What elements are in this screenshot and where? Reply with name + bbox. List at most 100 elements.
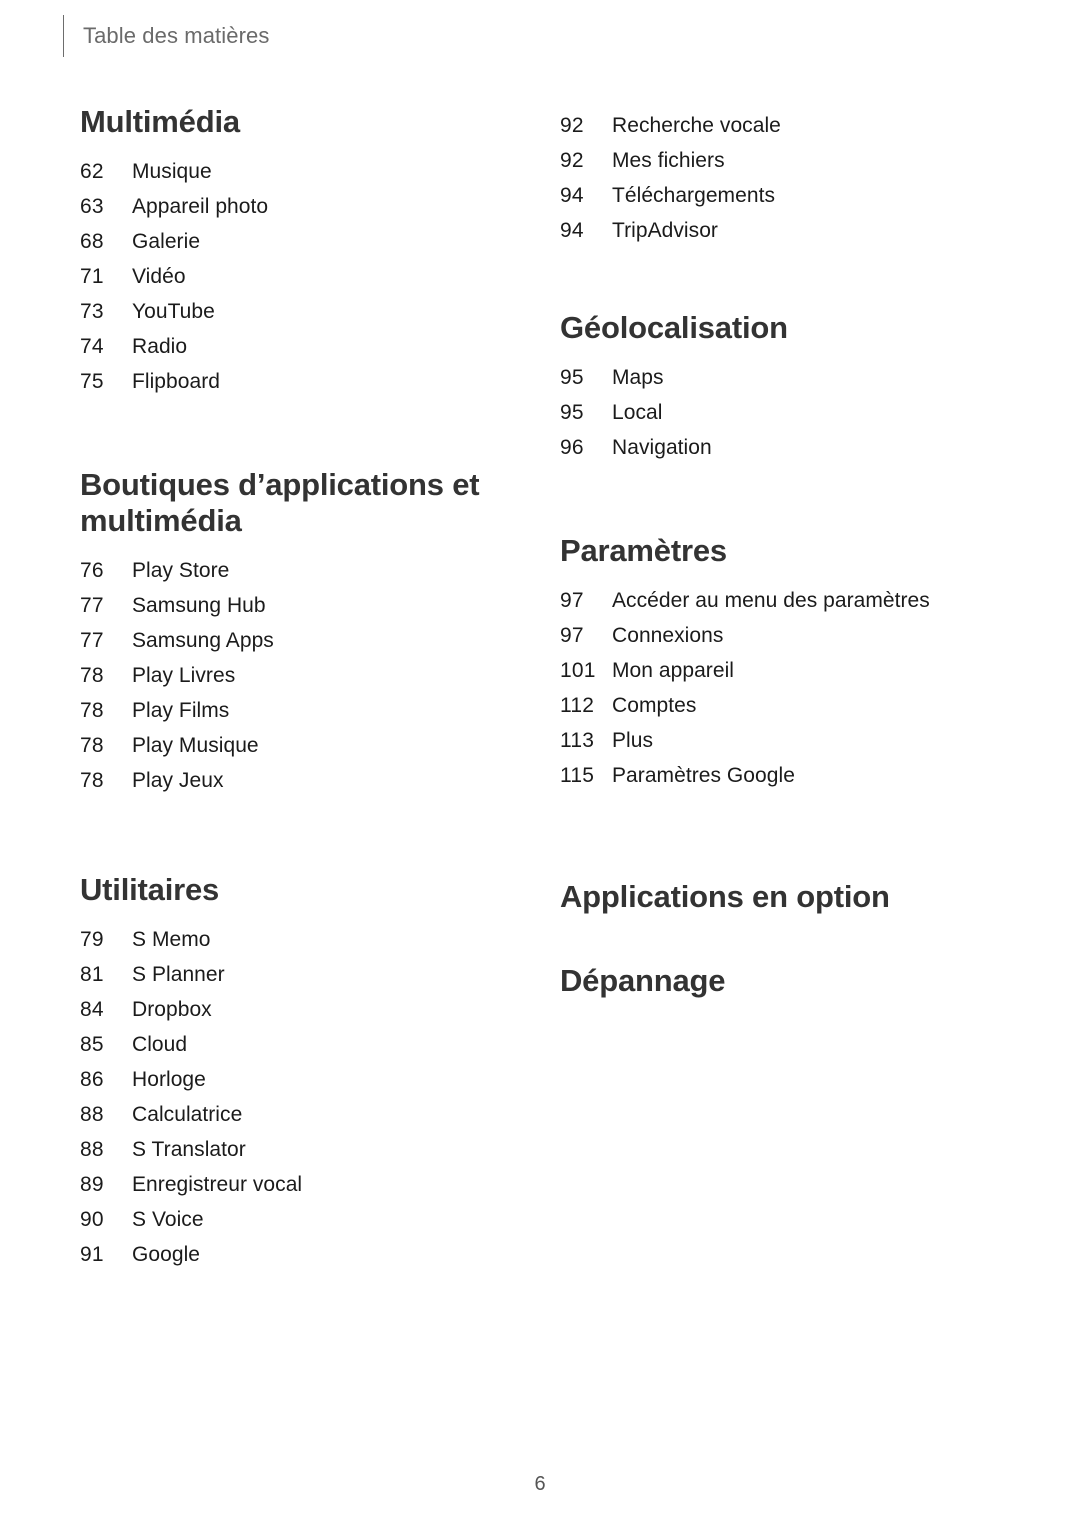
toc-entry-label: Mes fichiers <box>612 149 725 172</box>
toc-entry-label: Appareil photo <box>132 194 269 218</box>
toc-entry-page-number: 96 <box>560 435 584 459</box>
toc-entry[interactable]: 81 S Planner <box>80 957 520 992</box>
toc-entry[interactable]: 74 Radio <box>80 329 520 364</box>
toc-entry-label: Samsung Hub <box>132 593 266 617</box>
toc-left-column: Multimédia 62 Musique 63 Appareil photo 68 Gal… <box>80 104 520 1272</box>
toc-entry-label: Google <box>132 1242 201 1266</box>
toc-entry[interactable]: 101 Mon appareil <box>560 653 1000 688</box>
toc-entry[interactable]: 78 Play Livres <box>80 658 520 693</box>
toc-entry-list: 92 Recherche vocale 92 Mes fichiers 94 Téléch… <box>560 108 1000 248</box>
toc-entry-label: Play Jeux <box>132 768 224 792</box>
toc-entry-page-number: 89 <box>80 1172 104 1196</box>
toc-section-heading: Utilitaires <box>80 871 220 907</box>
toc-entry[interactable]: 94 Téléchargements <box>560 178 1000 213</box>
toc-entry-label: Play Store <box>132 558 230 582</box>
toc-entry-label: S Planner <box>132 962 225 986</box>
toc-entry[interactable]: 63 Appareil photo <box>80 189 520 224</box>
toc-section-heading: Multimédia <box>80 104 240 139</box>
toc-entry-page-number: 77 <box>80 593 104 617</box>
toc-entry[interactable]: 96 Navigation <box>560 430 1000 465</box>
toc-page: Table des matières Multimédia 62 Musique 63… <box>0 0 1080 1527</box>
toc-entry-page-number: 112 <box>560 693 595 717</box>
toc-entry-page-number: 71 <box>80 264 104 288</box>
toc-entry-label: Calculatrice <box>132 1102 243 1126</box>
toc-entry[interactable]: 89 Enregistreur vocal <box>80 1167 520 1202</box>
toc-entry[interactable]: 115 Paramètres Google <box>560 758 1000 793</box>
toc-entry[interactable]: 97 Accéder au menu des paramètres <box>560 583 1000 618</box>
toc-entry[interactable]: 78 Play Films <box>80 693 520 728</box>
toc-entry-label: S Voice <box>132 1207 204 1231</box>
toc-entry-label: S Translator <box>132 1137 246 1161</box>
toc-entry-page-number: 95 <box>560 400 584 424</box>
toc-entry[interactable]: 95 Maps <box>560 360 1000 395</box>
toc-entry[interactable]: 94 TripAdvisor <box>560 213 1000 248</box>
toc-entry-page-number: 113 <box>560 728 595 752</box>
toc-section: Applications en option <box>560 879 1000 915</box>
toc-entry-list: 79 S Memo 81 S Planner 84 Dropbox 85 Cloud 86 Hor… <box>80 922 520 1272</box>
toc-entry[interactable]: 92 Recherche vocale <box>560 108 1000 143</box>
toc-entry-label: Samsung Apps <box>132 628 274 652</box>
toc-entry[interactable]: 97 Connexions <box>560 618 1000 653</box>
toc-entry[interactable]: 78 Play Jeux <box>80 763 520 798</box>
toc-entry[interactable]: 76 Play Store <box>80 553 520 588</box>
toc-entry-label: Flipboard <box>132 369 220 393</box>
toc-entry-page-number: 84 <box>80 997 104 1021</box>
toc-entry-page-number: 95 <box>560 365 584 389</box>
toc-entry[interactable]: 78 Play Musique <box>80 728 520 763</box>
toc-entry[interactable]: 84 Dropbox <box>80 992 520 1027</box>
toc-entry-page-number: 115 <box>560 763 595 787</box>
toc-entry-page-number: 94 <box>560 219 584 242</box>
toc-entry[interactable]: 75 Flipboard <box>80 364 520 399</box>
toc-entry-label: Enregistreur vocal <box>132 1172 303 1196</box>
toc-entry[interactable]: 112 Comptes <box>560 688 1000 723</box>
toc-entry[interactable]: 95 Local <box>560 395 1000 430</box>
toc-section: Boutiques d’applications et multimédia 76… <box>80 467 520 798</box>
toc-entry[interactable]: 90 S Voice <box>80 1202 520 1237</box>
toc-entry-page-number: 73 <box>80 299 104 323</box>
toc-entry[interactable]: 71 Vidéo <box>80 259 520 294</box>
toc-entry-page-number: 62 <box>80 159 104 183</box>
toc-entry[interactable]: 62 Musique <box>80 154 520 189</box>
toc-entry-label: Radio <box>132 334 188 358</box>
toc-entry[interactable]: 73 YouTube <box>80 294 520 329</box>
toc-entry[interactable]: 88 S Translator <box>80 1132 520 1167</box>
toc-entry[interactable]: 91 Google <box>80 1237 520 1272</box>
toc-entry[interactable]: 77 Samsung Apps <box>80 623 520 658</box>
toc-right-column: 92 Recherche vocale 92 Mes fichiers 94 Téléch… <box>560 104 1000 999</box>
toc-entry-label: Téléchargements <box>612 184 775 207</box>
toc-entry-label: Navigation <box>612 435 712 459</box>
toc-section: Dépannage <box>560 963 1000 999</box>
toc-entry-page-number: 78 <box>80 698 104 722</box>
toc-section: Paramètres 97 Accéder au menu des paramètr… <box>560 533 1000 793</box>
toc-entry[interactable]: 79 S Memo <box>80 922 520 957</box>
toc-entry-page-number: 74 <box>80 334 104 358</box>
toc-entry[interactable]: 113 Plus <box>560 723 1000 758</box>
toc-entry[interactable]: 92 Mes fichiers <box>560 143 1000 178</box>
toc-section-heading: Dépannage <box>560 962 726 998</box>
toc-entry[interactable]: 88 Calculatrice <box>80 1097 520 1132</box>
toc-entry[interactable]: 85 Cloud <box>80 1027 520 1062</box>
toc-entry[interactable]: 68 Galerie <box>80 224 520 259</box>
header-rule-divider <box>63 15 64 57</box>
toc-entry-label: YouTube <box>132 299 215 323</box>
toc-entry-page-number: 88 <box>80 1102 104 1126</box>
toc-entry[interactable]: 77 Samsung Hub <box>80 588 520 623</box>
toc-section-heading: Boutiques d’applications et multimédia <box>80 466 480 538</box>
toc-entry-label: Horloge <box>132 1067 206 1091</box>
toc-entry-label: Comptes <box>612 693 697 717</box>
toc-entry-label: Maps <box>612 365 664 389</box>
toc-entry[interactable]: 86 Horloge <box>80 1062 520 1097</box>
toc-entry-label: Musique <box>132 159 212 183</box>
toc-entry-label: Paramètres Google <box>612 763 795 787</box>
toc-section-heading: Applications en option <box>560 878 890 914</box>
toc-entry-label: Vidéo <box>132 264 186 288</box>
toc-entry-page-number: 97 <box>560 588 584 612</box>
toc-entry-label: Accéder au menu des paramètres <box>612 588 930 612</box>
